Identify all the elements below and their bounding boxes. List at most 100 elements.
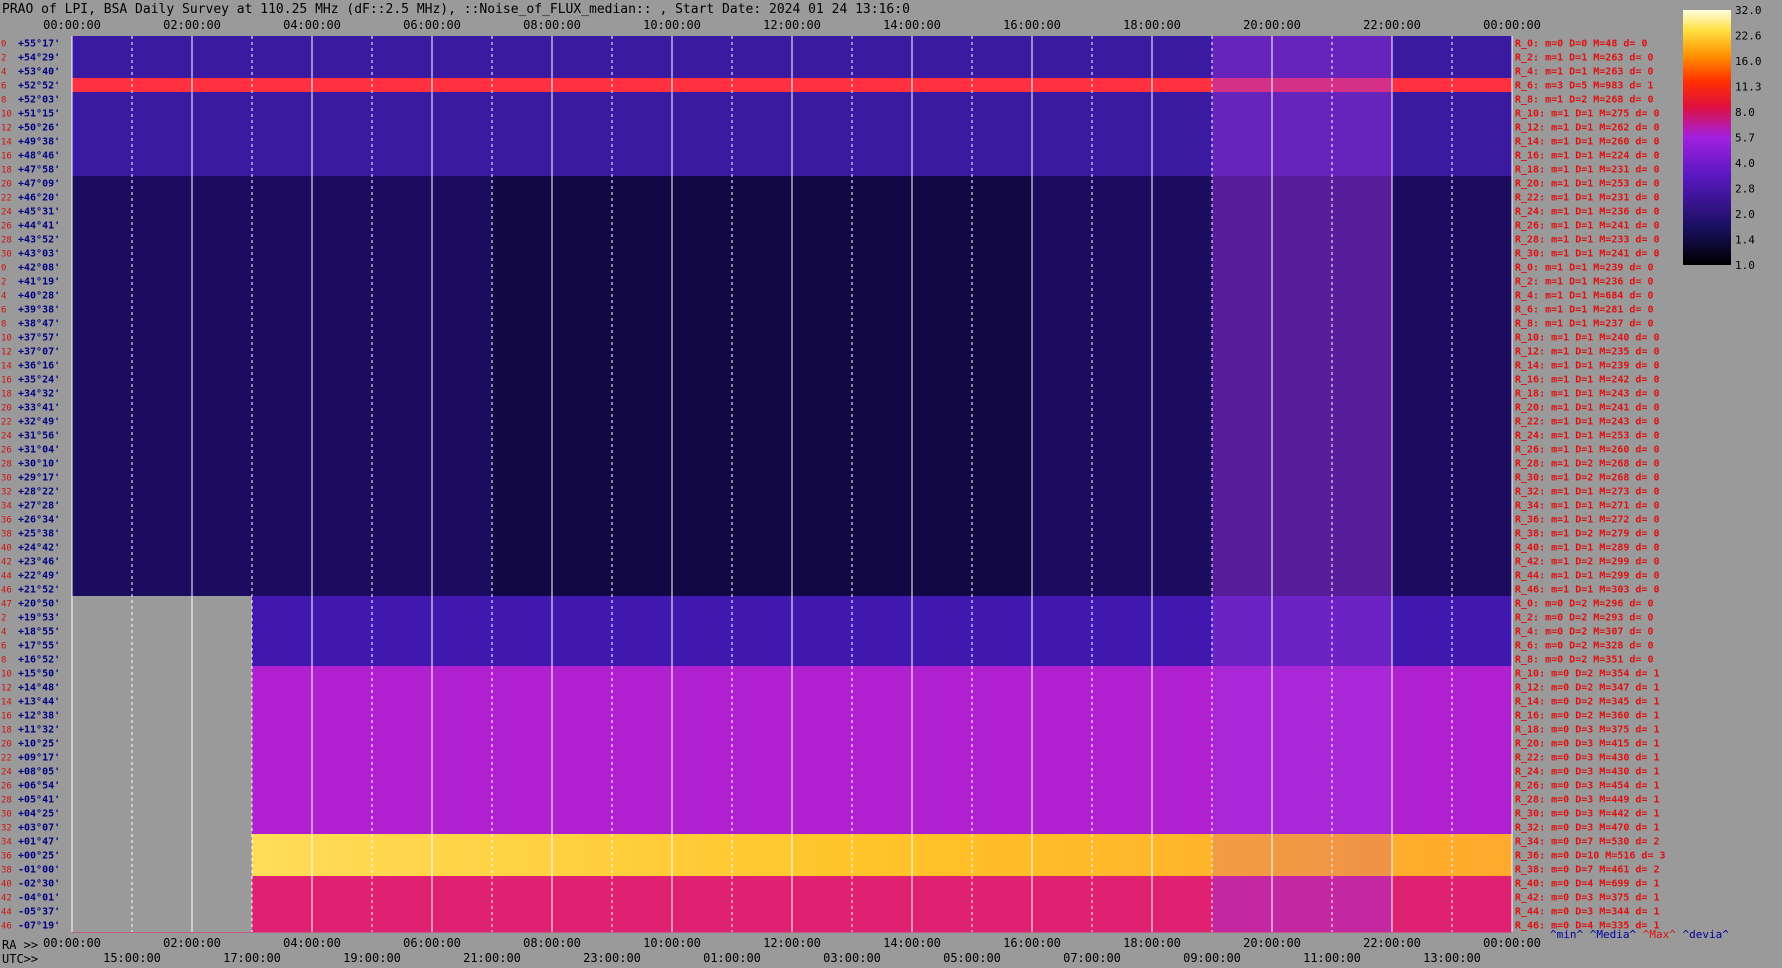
ra-tick-top: 14:00:00 — [883, 18, 941, 32]
ra-tick-bottom: 12:00:00 — [763, 936, 821, 950]
ra-tick-top: 10:00:00 — [643, 18, 701, 32]
row-number: 2 — [1, 614, 6, 624]
ra-tick-top: 08:00:00 — [523, 18, 581, 32]
utc-axis-label: UTC>> — [2, 952, 39, 966]
row-stat: R_10: m=0 D=2 M=354 d= 1 — [1515, 669, 1660, 680]
row-number: 24 — [1, 208, 12, 218]
heatmap-quiet-region — [492, 176, 1032, 596]
dec-label: +52°03' — [18, 95, 60, 106]
colorbar-tick: 1.0 — [1735, 259, 1755, 272]
row-stat: R_44: m=1 D=1 M=299 d= 0 — [1515, 571, 1660, 582]
row-number: 32 — [1, 824, 12, 834]
dec-label: +44°41' — [18, 221, 60, 232]
row-stat: R_18: m=1 D=1 M=243 d= 0 — [1515, 389, 1660, 400]
row-number: 14 — [1, 138, 12, 148]
row-stat: R_26: m=1 D=1 M=260 d= 0 — [1515, 445, 1660, 456]
row-stat: R_20: m=1 D=1 M=241 d= 0 — [1515, 403, 1660, 414]
ra-tick-top: 00:00:00 — [43, 18, 101, 32]
dec-label: +29°17' — [18, 473, 60, 484]
dec-label: +53°40' — [18, 67, 60, 78]
legend-median: ^Media^ — [1589, 928, 1637, 941]
row-number: 28 — [1, 796, 12, 806]
row-stat: R_28: m=0 D=3 M=449 d= 1 — [1515, 795, 1660, 806]
row-number: 18 — [1, 166, 12, 176]
ra-tick-bottom: 04:00:00 — [283, 936, 341, 950]
dec-label: +26°34' — [18, 515, 60, 526]
row-number: 38 — [1, 530, 12, 540]
row-number: 18 — [1, 390, 12, 400]
row-stat: R_44: m=0 D=3 M=344 d= 1 — [1515, 907, 1660, 918]
colorbar-tick: 4.0 — [1735, 157, 1755, 170]
row-number: 28 — [1, 460, 12, 470]
row-number: 34 — [1, 502, 12, 512]
ra-tick-top: 22:00:00 — [1363, 18, 1421, 32]
row-number: 26 — [1, 782, 12, 792]
row-number: 40 — [1, 544, 12, 554]
row-number: 6 — [1, 306, 6, 316]
row-stat: R_34: m=0 D=7 M=530 d= 2 — [1515, 837, 1660, 848]
dec-label: +43°52' — [18, 235, 60, 246]
legend-min: ^min^ — [1550, 928, 1584, 941]
row-number: 36 — [1, 516, 12, 526]
dec-label: +30°10' — [18, 459, 60, 470]
row-number: 44 — [1, 908, 12, 918]
row-number: 12 — [1, 124, 12, 134]
row-number: 46 — [1, 922, 12, 932]
row-number: 6 — [1, 82, 6, 92]
row-number: 26 — [1, 222, 12, 232]
colorbar-tick: 32.0 — [1735, 4, 1762, 17]
row-number: 18 — [1, 726, 12, 736]
dec-label: +38°47' — [18, 319, 60, 330]
row-stat: R_32: m=0 D=3 M=470 d= 1 — [1515, 823, 1660, 834]
row-stat: R_18: m=0 D=3 M=375 d= 1 — [1515, 725, 1660, 736]
ra-tick-top: 02:00:00 — [163, 18, 221, 32]
row-stat: R_10: m=1 D=1 M=275 d= 0 — [1515, 109, 1660, 120]
row-stat: R_4: m=0 D=2 M=307 d= 0 — [1515, 627, 1653, 638]
dec-label: +21°52' — [18, 585, 60, 596]
row-number: 22 — [1, 194, 12, 204]
row-number: 30 — [1, 250, 12, 260]
row-number: 4 — [1, 292, 6, 302]
utc-tick: 11:00:00 — [1303, 951, 1361, 965]
ra-axis-label: RA >> — [2, 938, 39, 952]
row-stat: R_38: m=0 D=7 M=461 d= 2 — [1515, 865, 1660, 876]
colorbar — [1683, 10, 1731, 265]
row-stat: R_24: m=1 D=1 M=236 d= 0 — [1515, 207, 1660, 218]
dec-label: +47°09' — [18, 179, 60, 190]
dec-label: -04°01' — [18, 893, 60, 904]
row-number: 20 — [1, 740, 12, 750]
ra-tick-bottom: 22:00:00 — [1363, 936, 1421, 950]
dec-label: +28°22' — [18, 487, 60, 498]
row-stat: R_14: m=1 D=1 M=239 d= 0 — [1515, 361, 1660, 372]
row-number: 42 — [1, 894, 12, 904]
dec-label: +35°24' — [18, 375, 60, 386]
row-number: 10 — [1, 110, 12, 120]
row-number: 28 — [1, 236, 12, 246]
dec-label: +20°50' — [18, 599, 60, 610]
row-number: 8 — [1, 96, 6, 106]
row-stat: R_36: m=0 D=10 M=516 d= 3 — [1515, 851, 1666, 862]
row-stat: R_20: m=0 D=3 M=415 d= 1 — [1515, 739, 1660, 750]
colorbar-tick: 5.7 — [1735, 132, 1755, 145]
dec-label: +27°28' — [18, 501, 60, 512]
row-number: 6 — [1, 642, 6, 652]
colorbar-tick: 22.6 — [1735, 30, 1762, 43]
ra-tick-bottom: 18:00:00 — [1123, 936, 1181, 950]
row-stat: R_14: m=0 D=2 M=345 d= 1 — [1515, 697, 1660, 708]
row-stat: R_8: m=1 D=2 M=268 d= 0 — [1515, 95, 1653, 106]
dec-label: +11°32' — [18, 725, 60, 736]
row-number: 34 — [1, 838, 12, 848]
utc-tick: 19:00:00 — [343, 951, 401, 965]
ra-tick-top: 20:00:00 — [1243, 18, 1301, 32]
row-number: 24 — [1, 432, 12, 442]
row-number: 46 — [1, 586, 12, 596]
heatmap-nodata-region — [72, 596, 252, 932]
row-stat: R_10: m=1 D=1 M=240 d= 0 — [1515, 333, 1660, 344]
dec-label: +04°25' — [18, 809, 60, 820]
row-number: 8 — [1, 656, 6, 666]
colorbar-tick: 8.0 — [1735, 106, 1755, 119]
utc-tick: 23:00:00 — [583, 951, 641, 965]
dec-label: +47°58' — [18, 165, 60, 176]
stat-legend: ^min^ ^Media^ ^Max^ ^devia^ — [1550, 928, 1729, 941]
colorbar-tick: 2.8 — [1735, 183, 1755, 196]
